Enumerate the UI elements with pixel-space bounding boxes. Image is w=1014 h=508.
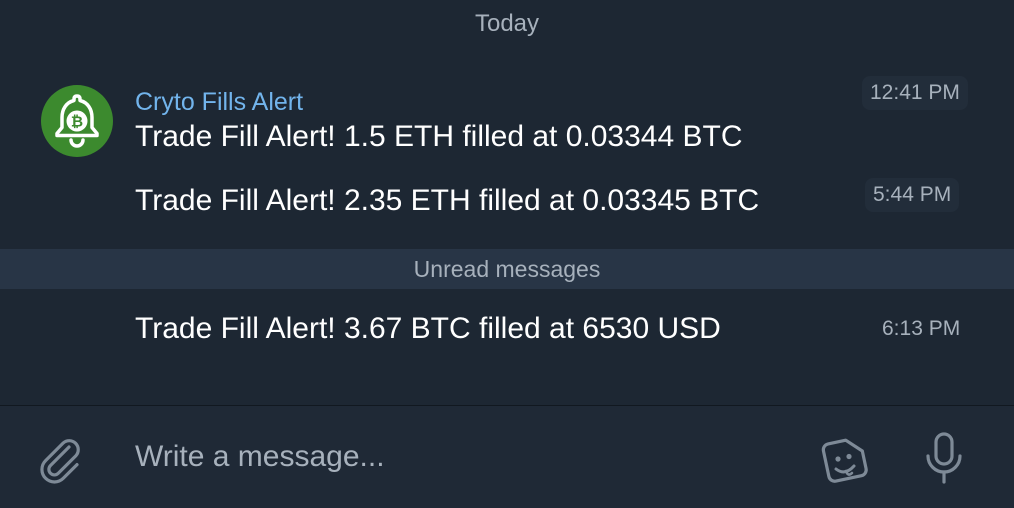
date-separator: Today [474,10,540,37]
bitcoin-bell-icon[interactable]: ₿ [41,85,113,157]
sender-name[interactable]: Cryto Fills Alert [135,87,303,117]
message-composer [0,405,1014,508]
message-text: Trade Fill Alert! 3.67 BTC filled at 653… [135,312,721,345]
sticker-icon[interactable] [816,433,872,489]
message-time: 5:44 PM [865,178,960,212]
message-text: Trade Fill Alert! 1.5 ETH filled at 0.03… [135,120,743,153]
chat-history[interactable]: Today ₿ Cryto Fills Alert Trade Fill Ale… [0,0,1014,405]
message-text: Trade Fill Alert! 2.35 ETH filled at 0.0… [135,184,760,217]
unread-messages-bar: Unread messages [0,249,1014,289]
paperclip-icon[interactable] [36,434,86,484]
microphone-icon[interactable] [922,430,966,486]
svg-text:₿: ₿ [71,113,83,131]
message-input[interactable] [135,432,775,482]
message-time: 12:41 PM [862,76,968,110]
message-time: 6:13 PM [882,317,961,340]
